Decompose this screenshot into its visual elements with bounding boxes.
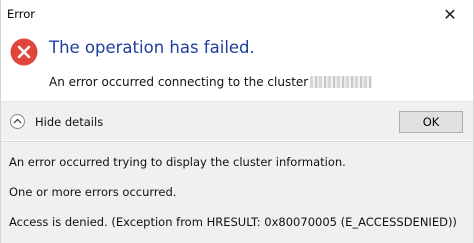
title-bar: Error ✕ xyxy=(1,0,473,29)
error-message: An error occurred connecting to the clus… xyxy=(49,75,373,89)
redacted-cluster-name xyxy=(310,76,373,88)
chevron-up-icon xyxy=(13,118,22,124)
close-icon: ✕ xyxy=(443,5,457,24)
ok-button[interactable]: OK xyxy=(399,111,463,133)
error-heading: The operation has failed. xyxy=(49,38,255,57)
error-icon xyxy=(10,38,38,66)
error-message-text: An error occurred connecting to the clus… xyxy=(49,75,309,89)
close-button[interactable]: ✕ xyxy=(427,0,473,29)
error-dialog: Error ✕ The operation has failed. An err… xyxy=(0,0,474,243)
details-toggle-button[interactable] xyxy=(10,114,25,129)
detail-line-2: One or more errors occurred. xyxy=(9,185,177,199)
window-title: Error xyxy=(7,7,36,21)
details-panel: An error occurred trying to display the … xyxy=(1,141,473,243)
ok-button-label: OK xyxy=(422,115,440,129)
detail-line-1: An error occurred trying to display the … xyxy=(9,155,346,169)
detail-line-3: Access is denied. (Exception from HRESUL… xyxy=(9,215,457,229)
details-toggle-label[interactable]: Hide details xyxy=(35,115,103,129)
